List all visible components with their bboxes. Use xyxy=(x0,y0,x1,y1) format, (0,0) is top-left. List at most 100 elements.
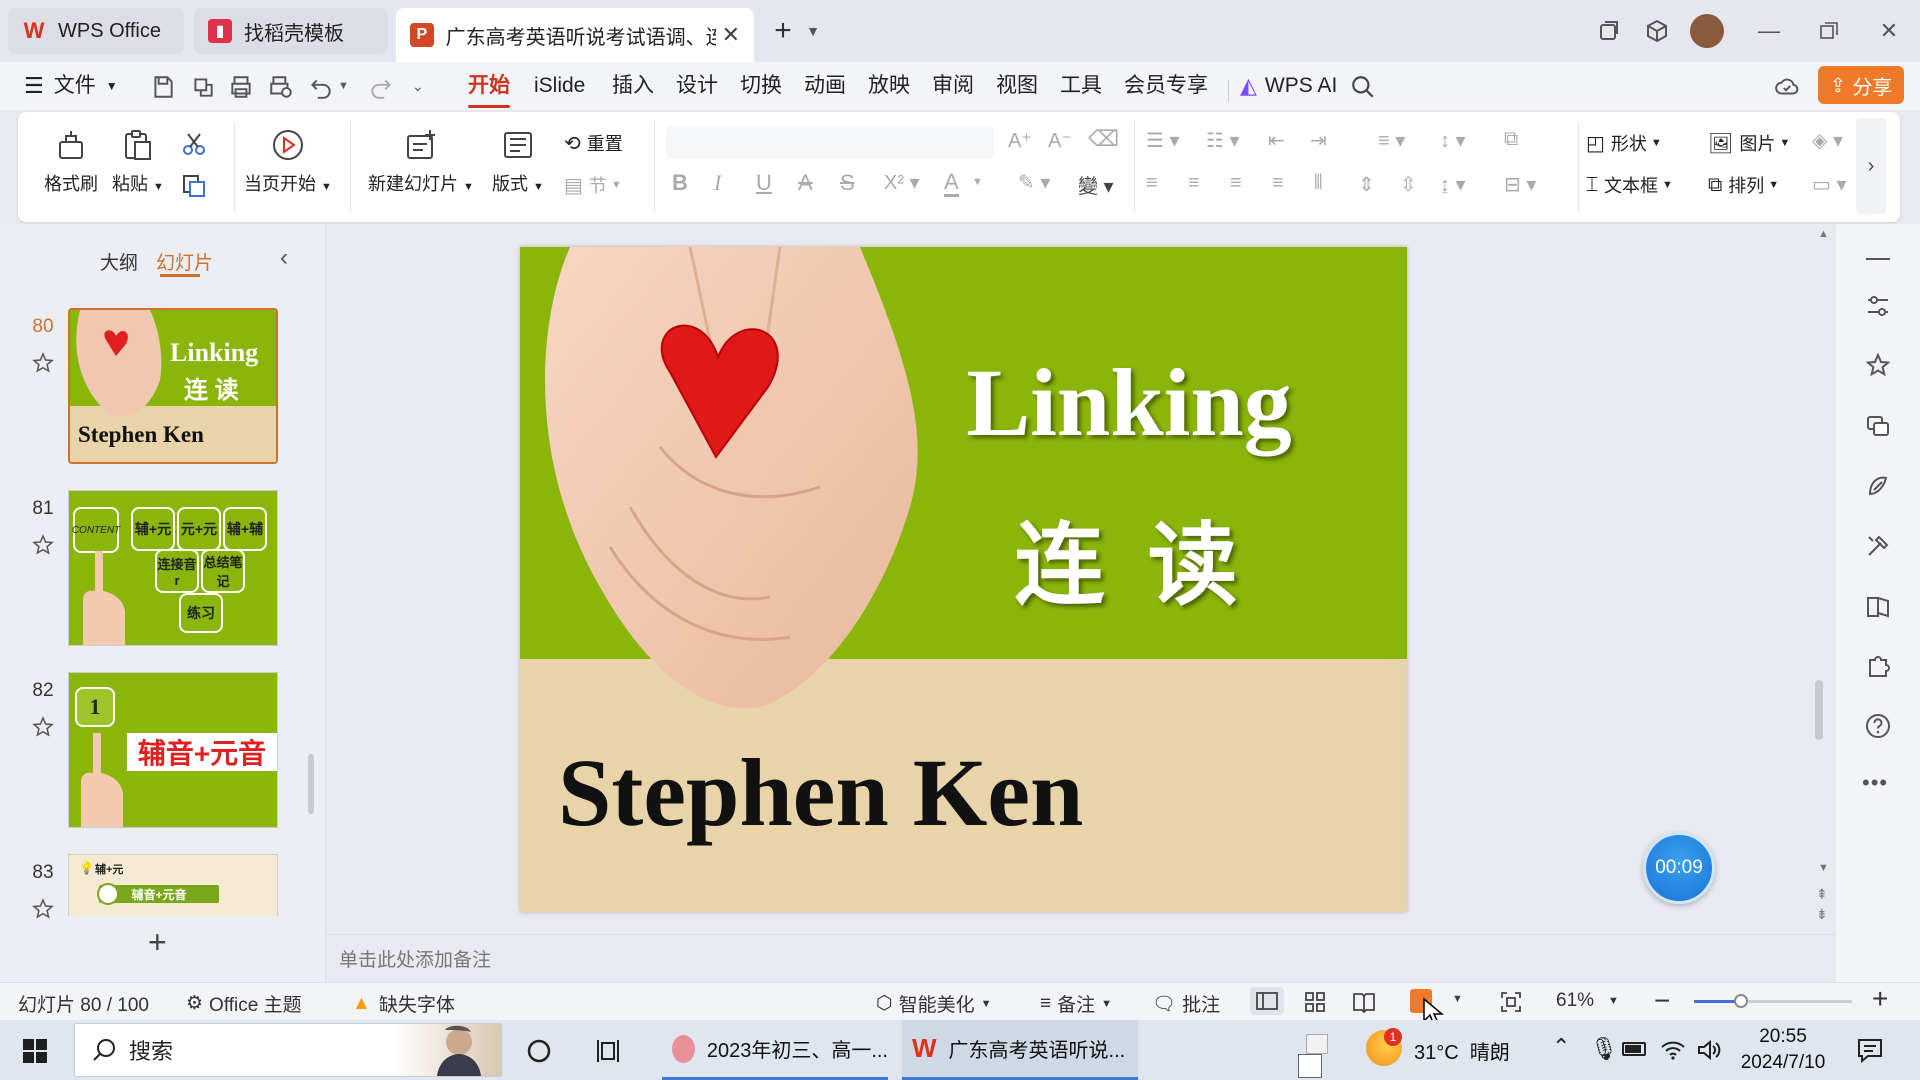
tab-wps-office[interactable]: W WPS Office xyxy=(8,8,184,54)
prev-slide-icon[interactable]: ⇞ xyxy=(1816,886,1828,903)
zoom-select[interactable]: 61% ▼ xyxy=(1556,990,1619,1012)
theme-button[interactable]: ⚙ Office 主题 xyxy=(186,990,302,1017)
fill-icon[interactable]: ◈ ▾ xyxy=(1812,128,1843,153)
increase-font-icon[interactable]: A⁺ xyxy=(1008,128,1032,153)
slides-switch-icon[interactable] xyxy=(1864,412,1892,440)
menu-transition[interactable]: 切换 xyxy=(740,70,782,102)
decrease-font-icon[interactable]: A⁻ xyxy=(1048,128,1072,153)
align-left-icon[interactable]: ≡ xyxy=(1146,172,1158,195)
increase-indent-icon[interactable]: ⇥ xyxy=(1310,128,1327,153)
windows-start-icon[interactable] xyxy=(22,1038,48,1064)
design-idea-icon[interactable] xyxy=(1864,472,1892,500)
outline-icon[interactable]: ▭ ▾ xyxy=(1812,172,1847,197)
decrease-indent-icon[interactable]: ⇤ xyxy=(1268,128,1285,153)
menu-member[interactable]: 会员专享 xyxy=(1124,70,1208,102)
missing-font-button[interactable]: ▲ 缺失字体 xyxy=(352,990,455,1017)
beautify-button[interactable]: ⬡ 智能美化 ▼ xyxy=(876,990,992,1017)
align-right-icon[interactable]: ≡ xyxy=(1230,172,1242,195)
slide-subtitle[interactable]: 连 读 xyxy=(874,492,1384,622)
bullet-list-icon[interactable]: ☰ ▾ xyxy=(1146,128,1180,153)
cloud-sync-icon[interactable] xyxy=(1774,74,1800,100)
redo-icon[interactable] xyxy=(368,74,394,100)
close-icon[interactable]: ✕ xyxy=(722,22,740,48)
superscript-icon[interactable]: X² ▾ xyxy=(884,170,920,195)
zoom-slider[interactable] xyxy=(1694,994,1852,1008)
slide-title[interactable]: Linking xyxy=(874,347,1384,458)
star-effects-icon[interactable] xyxy=(1864,352,1892,380)
font-size-select[interactable] xyxy=(876,126,994,158)
restore-icon[interactable] xyxy=(1812,14,1846,48)
slide-thumbnail-81[interactable]: CONTENT 辅+元 元+元 辅+辅 连接音r 总结笔记 练习 xyxy=(68,490,278,646)
search-icon[interactable] xyxy=(1350,74,1376,100)
numbered-list-icon[interactable]: ☷ ▾ xyxy=(1206,128,1240,153)
layout-button[interactable]: 版式 ▼ xyxy=(492,128,544,196)
slide-author[interactable]: Stephen Ken xyxy=(558,737,1083,848)
normal-view-button[interactable] xyxy=(1250,987,1284,1015)
strikethrough-icon[interactable]: A xyxy=(798,170,813,196)
grid-view-icon[interactable] xyxy=(1304,991,1326,1013)
copy-icon[interactable] xyxy=(180,172,208,200)
new-slide-button[interactable]: 新建幻灯片 ▼ xyxy=(368,128,474,196)
clear-format-icon[interactable]: ⌫ xyxy=(1088,126,1119,152)
zoom-out-icon[interactable]: − xyxy=(1654,985,1670,1017)
fit-window-icon[interactable] xyxy=(1500,991,1522,1013)
distributed-icon[interactable]: ⫴ xyxy=(1314,172,1322,195)
microphone-icon[interactable]: 🎙 xyxy=(1590,1036,1618,1062)
paste-button[interactable]: 粘贴 ▼ xyxy=(112,128,164,196)
comments-toggle[interactable]: 🗨 批注 xyxy=(1152,990,1220,1017)
slide-thumbnail-83[interactable]: 💡 辅+元 辅音+元音 xyxy=(68,854,278,916)
chevron-down-icon[interactable]: ⌄ xyxy=(412,78,424,95)
canvas-scrollbar[interactable] xyxy=(1815,680,1823,740)
menu-islide[interactable]: iSlide xyxy=(534,70,585,102)
wps-ai-button[interactable]: ◭ WPS AI xyxy=(1240,70,1337,102)
line-height-icon[interactable]: ↨ ▾ xyxy=(1440,172,1466,197)
menu-animation[interactable]: 动画 xyxy=(804,70,846,102)
star-icon[interactable] xyxy=(32,898,54,920)
notes-toggle[interactable]: ≡ 备注 ▼ xyxy=(1040,990,1112,1017)
share-button[interactable]: ⇪ 分享 xyxy=(1818,66,1904,104)
tab-presentation[interactable]: P 广东高考英语听说考试语调、连读 ✕ xyxy=(396,8,754,62)
current-slide[interactable]: Linking 连 读 Stephen Ken xyxy=(520,247,1407,912)
zoom-slider-handle[interactable] xyxy=(1734,994,1749,1008)
star-icon[interactable] xyxy=(32,352,54,374)
puzzle-icon[interactable] xyxy=(1864,652,1892,680)
phonetic-icon[interactable]: 變 ▾ xyxy=(1078,170,1114,199)
clock-time[interactable]: 20:55 xyxy=(1738,1026,1828,1048)
volume-icon[interactable] xyxy=(1696,1038,1722,1062)
star-icon[interactable] xyxy=(32,716,54,738)
menu-tools[interactable]: 工具 xyxy=(1060,70,1102,102)
chevron-down-icon[interactable]: ▼ xyxy=(1452,993,1463,1005)
minimize-icon[interactable]: — xyxy=(1752,14,1786,48)
textbox-button[interactable]: ⌶ 文本框 ▼ xyxy=(1586,172,1673,198)
menu-insert[interactable]: 插入 xyxy=(612,70,654,102)
menu-slideshow[interactable]: 放映 xyxy=(868,70,910,102)
underline-icon[interactable]: U xyxy=(756,170,772,196)
tray-notification-icon[interactable] xyxy=(1306,1034,1328,1054)
columns-icon[interactable]: ⇳ xyxy=(1400,172,1417,197)
reset-button[interactable]: ⟲ 重置 xyxy=(564,130,623,156)
notification-center-icon[interactable] xyxy=(1856,1036,1884,1064)
window-layout-icon[interactable] xyxy=(1592,14,1626,48)
save-icon[interactable] xyxy=(150,74,176,100)
highlight-icon[interactable]: ✎ ▾ xyxy=(1018,170,1050,195)
collapse-icon[interactable] xyxy=(1866,258,1890,260)
clock-date[interactable]: 2024/7/10 xyxy=(1734,1052,1832,1074)
new-tab-button[interactable]: + xyxy=(766,14,800,48)
shape-button[interactable]: ◰ 形状 ▼ xyxy=(1586,130,1662,156)
tab-outline[interactable]: 大纲 xyxy=(100,248,138,275)
star-icon[interactable] xyxy=(32,534,54,556)
adjust-sliders-icon[interactable] xyxy=(1864,292,1892,320)
notes-pane[interactable]: 单击此处添加备注 xyxy=(327,934,1835,982)
tray-checkbox-icon[interactable] xyxy=(1298,1054,1322,1078)
format-painter-button[interactable]: 格式刷 xyxy=(44,128,98,196)
taskbar-app-wps[interactable]: W 广东高考英语听说... xyxy=(902,1020,1138,1080)
scroll-down-icon[interactable]: ▼ xyxy=(1818,862,1829,874)
font-color-icon[interactable]: A xyxy=(944,170,959,197)
close-window-icon[interactable]: ✕ xyxy=(1872,14,1906,48)
slide-thumbnail-82[interactable]: 1 辅音+元音 xyxy=(68,672,278,828)
chevron-down-icon[interactable]: ▼ xyxy=(338,80,349,92)
tab-docer-templates[interactable]: ▮ 找稻壳模板 xyxy=(194,8,388,54)
add-slide-button[interactable]: + xyxy=(148,924,167,961)
tools-icon[interactable] xyxy=(1864,532,1892,560)
paragraph-spacing-icon[interactable]: ⇕ xyxy=(1358,172,1375,197)
